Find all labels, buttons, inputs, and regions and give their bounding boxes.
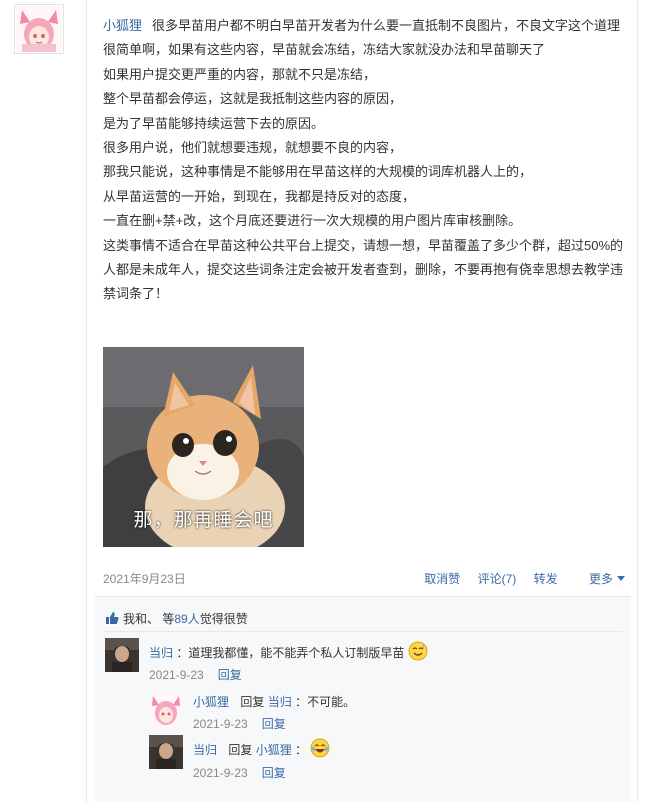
post-image[interactable]: 那，那再睡会吧 [103,347,304,547]
post-date: 2021年9月23日 [103,572,186,586]
likes-suffix: 觉得很赞 [199,612,248,626]
post-line-9: 这类事情不适合在早苗这种公共平台上提交，请想一想，早苗覆盖了多少个群，超过50%… [103,237,624,302]
post-line-8: 一直在删+禁+改，这个月底还要进行一次大规模的用户图片库审核删除。 [103,213,522,229]
comments-section: 我和、 等89人觉得很赞 当归 ：道理我都懂，能不能弄个私人订制版早苗 2021… [95,596,631,802]
reply-1-meta: 2021-9-23 回复 [193,715,286,732]
post-line-3: 整个早苗都会停运，这就是我抵制这些内容的原因， [103,91,403,107]
chevron-down-icon [617,576,625,581]
reply-1-date: 2021-9-23 [193,717,248,731]
reply-2-author[interactable]: 当归 [193,743,217,757]
post-card: 小狐狸 很多早苗用户都不明白早苗开发者为什么要一直抵制不良图片，不良文字这个道理很… [86,0,638,802]
image-caption: 那，那再睡会吧 [133,509,274,531]
reply-1-reply-word: 回复 [240,695,265,709]
reply-1-author[interactable]: 小狐狸 [193,695,229,709]
likes-summary: 我和、 等89人觉得很赞 [105,610,248,627]
reply-1-text: ：不可能。 [295,695,356,709]
reply-2: 当归 回复 小狐狸 ： [193,738,330,758]
commenter-avatar[interactable] [105,638,139,672]
reply-1: 小狐狸 回复 当归 ：不可能。 [193,693,355,710]
post-meta: 2021年9月23日 取消赞 评论(7) 转发 更多 [103,570,627,586]
more-button[interactable]: 更多 [575,572,625,586]
thumbs-up-icon [106,612,119,624]
post-body: 小狐狸 很多早苗用户都不明白早苗开发者为什么要一直抵制不良图片，不良文字这个道理很… [103,14,627,307]
post-line-7: 从早苗运营的一开始，到现在，我都是持反对的态度， [103,188,416,204]
likes-prefix: 我和、 等 [123,612,175,626]
repost-button[interactable]: 转发 [534,572,558,586]
comment-1-author[interactable]: 当归 [149,646,173,660]
post-actions: 取消赞 评论(7) 转发 更多 [410,570,625,587]
comment-1-reply-button[interactable]: 回复 [218,668,242,682]
comments-button[interactable]: 评论(7) [478,572,517,586]
reply-2-text: ： [295,743,308,757]
reply-2-target[interactable]: 小狐狸 [256,743,292,757]
post-page: 小狐狸 很多早苗用户都不明白早苗开发者为什么要一直抵制不良图片，不良文字这个道理很… [0,0,646,802]
reply-1-reply-button[interactable]: 回复 [262,717,286,731]
post-line-1: 小狐狸 很多早苗用户都不明白早苗开发者为什么要一直抵制不良图片，不良文字这个道理很… [103,18,621,58]
likes-count[interactable]: 89人 [174,612,199,626]
post-line-2: 如果用户提交更严重的内容，那就不只是冻结， [103,66,377,82]
post-author-link[interactable]: 小狐狸 [103,18,142,33]
post-line-4: 是为了早苗能够持续运营下去的原因。 [103,115,325,131]
reply-2-meta: 2021-9-23 回复 [193,764,286,781]
author-avatar[interactable] [14,4,64,54]
post-line-5: 很多用户说，他们就想要违规，就想要不良的内容， [103,140,403,156]
divider [103,631,623,632]
reply-2-avatar[interactable] [149,735,183,769]
more-label: 更多 [588,572,613,586]
reply-2-reply-word: 回复 [228,743,253,757]
reply-2-reply-button[interactable]: 回复 [262,766,286,780]
comment-1-meta: 2021-9-23 回复 [149,666,242,683]
sweat-smile-emoji-icon [408,641,428,661]
comment-1-text: ：道理我都懂，能不能弄个私人订制版早苗 [176,646,405,660]
comment-1: 当归 ：道理我都懂，能不能弄个私人订制版早苗 [149,641,428,661]
tears-of-joy-emoji-icon [310,738,330,758]
post-line-6: 那我只能说，这种事情是不能够用在早苗这样的大规模的词库机器人上的， [103,164,533,180]
reply-1-avatar[interactable] [149,693,183,727]
reply-2-date: 2021-9-23 [193,766,248,780]
unlike-button[interactable]: 取消赞 [424,572,460,586]
comment-1-date: 2021-9-23 [149,668,204,682]
reply-1-target[interactable]: 当归 [268,695,292,709]
